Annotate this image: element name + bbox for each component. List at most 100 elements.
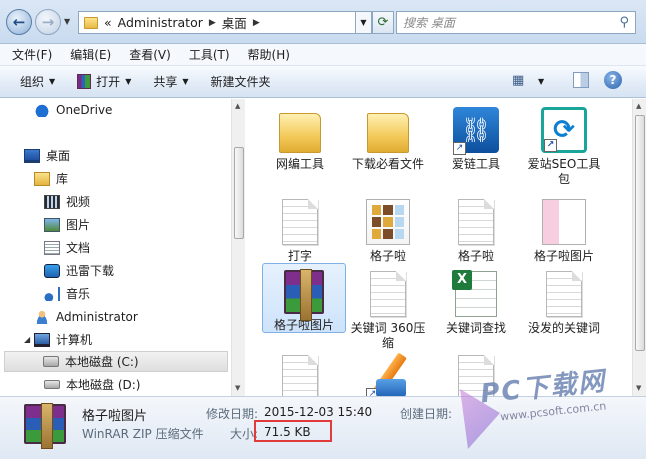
menu-help[interactable]: 帮助(H): [248, 46, 290, 63]
nav-label: 本地磁盘 (D:): [66, 378, 141, 392]
file-item-aizhan-seo[interactable]: ⟳ ↗ 爱站SEO工具包: [522, 101, 606, 186]
breadcrumb-separator-icon[interactable]: ▶: [253, 18, 260, 28]
chain-link-icon: ⛓ ↗: [453, 107, 499, 155]
chevron-down-icon: ▼: [182, 77, 189, 86]
nav-item-administrator[interactable]: Administrator: [34, 306, 138, 327]
nav-item-drive-c[interactable]: 本地磁盘 (C:): [4, 351, 228, 372]
search-input[interactable]: 搜索 桌面 ⚲: [396, 11, 636, 34]
nav-item-xunlei-download[interactable]: 迅雷下载: [44, 260, 114, 281]
highlight-box: [254, 420, 332, 442]
view-options-dropdown[interactable]: ▼: [538, 77, 544, 86]
menu-tools[interactable]: 工具(T): [189, 46, 230, 63]
file-label: 爱链工具: [451, 157, 500, 171]
nav-label: 库: [56, 172, 69, 186]
file-label: 爱站SEO工具包: [527, 157, 601, 186]
nav-item-documents[interactable]: 文档: [44, 237, 90, 258]
details-file-name: 格子啦图片: [82, 409, 148, 424]
file-item-partial[interactable]: [258, 349, 342, 396]
file-label: 网编工具: [275, 157, 324, 171]
forward-arrow-icon: →: [41, 13, 55, 31]
nav-item-desktop[interactable]: 桌面: [24, 145, 70, 166]
breadcrumb-administrator[interactable]: Administrator: [118, 15, 203, 30]
menu-view[interactable]: 查看(V): [129, 46, 171, 63]
nav-label: 图片: [66, 218, 91, 232]
text-file-icon: [282, 199, 318, 245]
file-item-keyword-360[interactable]: 关键词 360压缩: [346, 265, 430, 350]
nav-label: 本地磁盘 (C:): [65, 355, 139, 369]
winrar-icon: [284, 269, 324, 321]
shortcut-arrow-icon: ↗: [366, 388, 379, 396]
nav-item-computer[interactable]: 计算机: [34, 329, 92, 350]
file-item-wangbian-tools[interactable]: 网编工具: [258, 101, 342, 185]
file-item-partial[interactable]: [434, 349, 518, 396]
file-view: 网编工具 下载必看文件 ⛓ ↗ 爱链工具 ⟳ ↗ 爱站SEO工具包 打字 格子啦 格…: [246, 99, 632, 396]
nav-item-drive-d[interactable]: 本地磁盘 (D:): [44, 374, 140, 395]
shortcut-arrow-icon: ↗: [544, 139, 557, 152]
nav-item-library[interactable]: 库: [34, 168, 68, 189]
file-item-unposted-keywords[interactable]: 没发的关键词: [522, 265, 606, 349]
onedrive-icon: [34, 102, 50, 117]
breadcrumb-separator-icon[interactable]: ▶: [209, 18, 216, 28]
refresh-button[interactable]: ⟳: [372, 11, 394, 34]
nav-scrollbar-thumb[interactable]: [234, 147, 244, 239]
folder-icon: [279, 113, 321, 153]
details-file-type: WinRAR ZIP 压缩文件: [82, 427, 204, 441]
nav-item-onedrive[interactable]: OneDrive: [34, 99, 112, 120]
help-icon: ?: [609, 73, 617, 87]
file-item-partial[interactable]: ↗: [346, 349, 430, 396]
collapse-computer-icon[interactable]: ◢: [24, 335, 30, 344]
file-item-keyword-search[interactable]: 关键词查找: [434, 265, 518, 349]
share-button[interactable]: 共享 ▼: [153, 73, 188, 90]
menu-file[interactable]: 文件(F): [12, 46, 52, 63]
seo-tool-icon: ⟳ ↗: [541, 107, 587, 153]
nav-item-music[interactable]: 音乐: [44, 283, 90, 304]
text-file-icon: [370, 271, 406, 317]
search-icon[interactable]: ⚲: [619, 15, 629, 30]
new-folder-button[interactable]: 新建文件夹: [211, 73, 271, 90]
text-file-icon: [282, 355, 318, 396]
drive-icon: [44, 380, 60, 389]
nav-scrollbar[interactable]: ▲ ▼: [231, 99, 245, 396]
folder-icon: [367, 113, 409, 153]
menu-edit[interactable]: 编辑(E): [70, 46, 111, 63]
back-button[interactable]: ←: [6, 9, 32, 35]
details-created-label: 创建日期:: [400, 407, 453, 421]
documents-icon: [44, 240, 60, 255]
open-button[interactable]: 打开 ▼: [77, 73, 131, 90]
file-item-gezila-images-zip[interactable]: 格子啦图片: [262, 263, 346, 333]
nav-item-video[interactable]: 视频: [44, 191, 90, 212]
breadcrumb-overflow[interactable]: «: [104, 15, 112, 30]
scroll-up-icon[interactable]: ▲: [636, 102, 641, 110]
download-icon: [44, 263, 60, 278]
scroll-down-icon[interactable]: ▼: [235, 384, 240, 392]
details-modified-label: 修改日期:: [206, 407, 259, 421]
organize-button[interactable]: 组织 ▼: [20, 73, 55, 90]
nav-label: 视频: [66, 195, 91, 209]
pencil-app-icon: ↗: [366, 355, 410, 396]
winrar-icon: [24, 403, 66, 449]
scroll-up-icon[interactable]: ▲: [235, 102, 240, 110]
breadcrumb[interactable]: « Administrator ▶ 桌面 ▶: [78, 11, 356, 34]
chevron-down-icon: ▼: [49, 77, 56, 86]
forward-button[interactable]: →: [35, 9, 61, 35]
chevron-down-icon: ▼: [125, 77, 132, 86]
scroll-down-icon[interactable]: ▼: [636, 384, 641, 392]
file-view-scrollbar-thumb[interactable]: [635, 115, 645, 351]
text-file-icon: [458, 199, 494, 245]
nav-label: 文档: [66, 241, 91, 255]
change-view-icon[interactable]: ▦: [512, 73, 524, 88]
search-placeholder: 搜索 桌面: [403, 16, 455, 30]
preview-pane-button[interactable]: [573, 72, 589, 88]
nav-label: 桌面: [46, 149, 71, 163]
address-dropdown-button[interactable]: ▼: [356, 11, 372, 34]
navigation-pane: OneDrive 桌面 库 视频 图片 文档 迅雷下载 音乐 Administr…: [0, 99, 231, 396]
file-label: 下载必看文件: [351, 157, 424, 171]
file-item-ailian-tools[interactable]: ⛓ ↗ 爱链工具: [434, 101, 518, 185]
file-view-scrollbar[interactable]: ▲ ▼: [632, 99, 646, 396]
music-icon: [44, 286, 60, 301]
breadcrumb-desktop[interactable]: 桌面: [222, 13, 247, 32]
nav-item-pictures[interactable]: 图片: [44, 214, 90, 235]
file-item-download-readme[interactable]: 下载必看文件: [346, 101, 430, 185]
recent-pages-dropdown[interactable]: ▼: [64, 17, 70, 26]
help-button[interactable]: ?: [604, 71, 622, 89]
